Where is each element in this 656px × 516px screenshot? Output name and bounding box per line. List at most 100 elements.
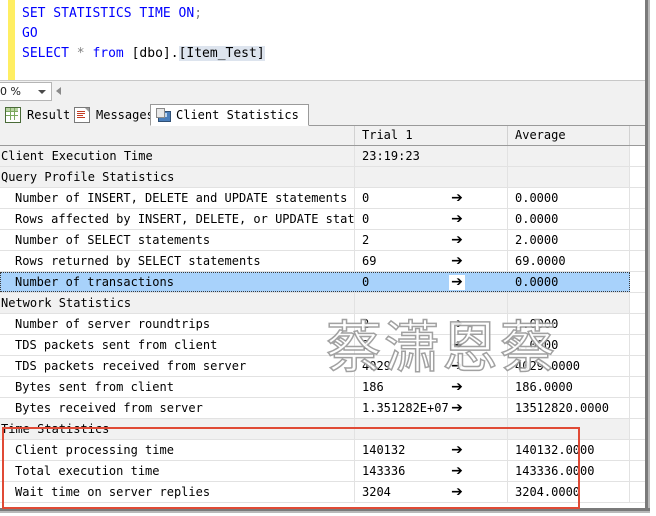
tab-messages-label: Messages (96, 108, 154, 122)
sql-code-text[interactable]: SET STATISTICS TIME ON;GOSELECT * from [… (22, 4, 265, 64)
cell-statistic-name: TDS packets received from server (0, 356, 355, 376)
cell-filler (630, 356, 645, 376)
statistic-label: Rows returned by SELECT statements (1, 254, 261, 268)
statistic-label: Rows affected by INSERT, DELETE, or UPDA… (1, 212, 355, 226)
cell-filler (630, 230, 645, 250)
statistic-label: Client processing time (1, 443, 174, 457)
grid-data-row[interactable]: Bytes received from server➔1.351282E+071… (0, 398, 645, 419)
statistic-label: Wait time on server replies (1, 485, 210, 499)
cell-trial-1-value: 2 (355, 314, 508, 334)
statistic-label: TDS packets received from server (1, 359, 246, 373)
grid-data-row[interactable]: Number of server roundtrips➔22.0000 (0, 314, 645, 335)
cell-average-value: 2.0000 (508, 230, 630, 250)
sql-token: SELECT (22, 46, 77, 61)
grid-data-row[interactable]: Client processing time➔140132140132.0000 (0, 440, 645, 461)
column-header-filler (630, 126, 645, 145)
left-arrow-icon[interactable] (56, 87, 61, 95)
statistic-label: Time Statistics (1, 422, 109, 436)
cell-trial-1-value: 143336 (355, 461, 508, 481)
cell-trial-1-value: 1.351282E+07 (355, 398, 508, 418)
cell-statistic-name: Rows affected by INSERT, DELETE, or UPDA… (0, 209, 355, 229)
sql-token: [Item_Test] (179, 46, 265, 61)
cell-statistic-name: Network Statistics (0, 293, 355, 313)
sql-token: [dbo]. (124, 46, 179, 61)
sql-token: ; (194, 6, 202, 21)
cell-filler (630, 167, 645, 187)
cell-average-value: 0.0000 (508, 188, 630, 208)
sql-token: * (77, 46, 85, 61)
statistic-label: Number of server roundtrips (1, 317, 210, 331)
cell-statistic-name: TDS packets sent from client (0, 335, 355, 355)
grid-body: Client Execution Time23:19:23 Query Profi… (0, 146, 645, 503)
cell-trial-1-value: 2 (355, 230, 508, 250)
tab-client-statistics-label: Client Statistics (176, 108, 299, 122)
grid-section-row[interactable]: Query Profile Statistics (0, 167, 645, 188)
cell-statistic-name: Client processing time (0, 440, 355, 460)
column-header-trial-1[interactable]: Trial 1 (355, 126, 508, 145)
cell-average-value: 143336.0000 (508, 461, 630, 481)
cell-trial-1-value: 0 (355, 188, 508, 208)
results-tabstrip: Results Messages Client Statistics (0, 102, 645, 126)
cell-trial-1-value: 140132 (355, 440, 508, 460)
grid-data-row[interactable]: Bytes sent from client➔186186.0000 (0, 377, 645, 398)
cell-statistic-name: Number of server roundtrips (0, 314, 355, 334)
grid-data-row[interactable]: TDS packets received from server➔4029402… (0, 356, 645, 377)
grid-data-row[interactable]: Number of transactions➔00.0000 (0, 272, 645, 293)
cell-average-value: 69.0000 (508, 251, 630, 271)
grid-data-row[interactable]: Number of INSERT, DELETE and UPDATE stat… (0, 188, 645, 209)
cell-trial-1-value: 3204 (355, 482, 508, 502)
grid-data-row[interactable]: Rows returned by SELECT statements➔6969.… (0, 251, 645, 272)
tab-client-statistics[interactable]: Client Statistics (150, 104, 309, 126)
sql-editor-pane[interactable]: SET STATISTICS TIME ON;GOSELECT * from [… (0, 0, 645, 80)
grid-data-row[interactable]: Total execution time➔143336143336.0000 (0, 461, 645, 482)
chevron-down-icon[interactable] (38, 90, 46, 94)
statistic-label: Client Execution Time (1, 149, 153, 163)
column-header-average[interactable]: Average (508, 126, 630, 145)
messages-document-icon (74, 107, 90, 123)
client-statistics-grid[interactable]: Trial 1 Average Client Execution Time23:… (0, 126, 645, 508)
grid-data-row[interactable]: Wait time on server replies➔32043204.000… (0, 482, 645, 503)
cell-trial-1-value (355, 167, 508, 187)
grid-data-row[interactable]: Rows affected by INSERT, DELETE, or UPDA… (0, 209, 645, 230)
cell-trial-1-value (355, 293, 508, 313)
cell-statistic-name: Client Execution Time (0, 146, 355, 166)
zoom-level-dropdown[interactable]: 00 % (0, 82, 52, 101)
cell-filler (630, 146, 645, 166)
cell-average-value: 3204.0000 (508, 482, 630, 502)
client-statistics-icon (156, 108, 170, 122)
window-frame-right (645, 0, 656, 516)
cell-filler (630, 335, 645, 355)
cell-filler (630, 293, 645, 313)
sql-line-1: SET STATISTICS TIME ON; (22, 4, 265, 24)
cell-filler (630, 482, 645, 502)
sql-token: SET STATISTICS TIME ON (22, 6, 194, 21)
cell-statistic-name: Wait time on server replies (0, 482, 355, 502)
grid-header-row: Trial 1 Average (0, 126, 645, 146)
cell-filler (630, 440, 645, 460)
statistic-label: Network Statistics (1, 296, 131, 310)
column-header-name[interactable] (0, 126, 355, 145)
cell-statistic-name: Query Profile Statistics (0, 167, 355, 187)
cell-statistic-name: Rows returned by SELECT statements (0, 251, 355, 271)
cell-statistic-name: Time Statistics (0, 419, 355, 439)
cell-filler (630, 188, 645, 208)
grid-data-row[interactable]: TDS packets sent from client➔22.0000 (0, 335, 645, 356)
cell-trial-1-value: 0 (355, 272, 508, 292)
cell-average-value: 0.0000 (508, 209, 630, 229)
grid-section-row[interactable]: Time Statistics (0, 419, 645, 440)
cell-trial-1-value: 0 (355, 209, 508, 229)
statistic-label: Number of transactions (1, 275, 174, 289)
grid-data-row[interactable]: Number of SELECT statements➔22.0000 (0, 230, 645, 251)
cell-average-value: 13512820.0000 (508, 398, 630, 418)
cell-statistic-name: Number of transactions (0, 272, 355, 292)
cell-filler (630, 314, 645, 334)
sql-token: GO (22, 26, 38, 41)
cell-filler (630, 209, 645, 229)
window-frame-bottom (0, 508, 656, 516)
statistic-label: Query Profile Statistics (1, 170, 174, 184)
grid-section-row[interactable]: Network Statistics (0, 293, 645, 314)
statistic-label: TDS packets sent from client (1, 338, 217, 352)
cell-average-value: 140132.0000 (508, 440, 630, 460)
cell-filler (630, 398, 645, 418)
grid-section-row[interactable]: Client Execution Time23:19:23 (0, 146, 645, 167)
